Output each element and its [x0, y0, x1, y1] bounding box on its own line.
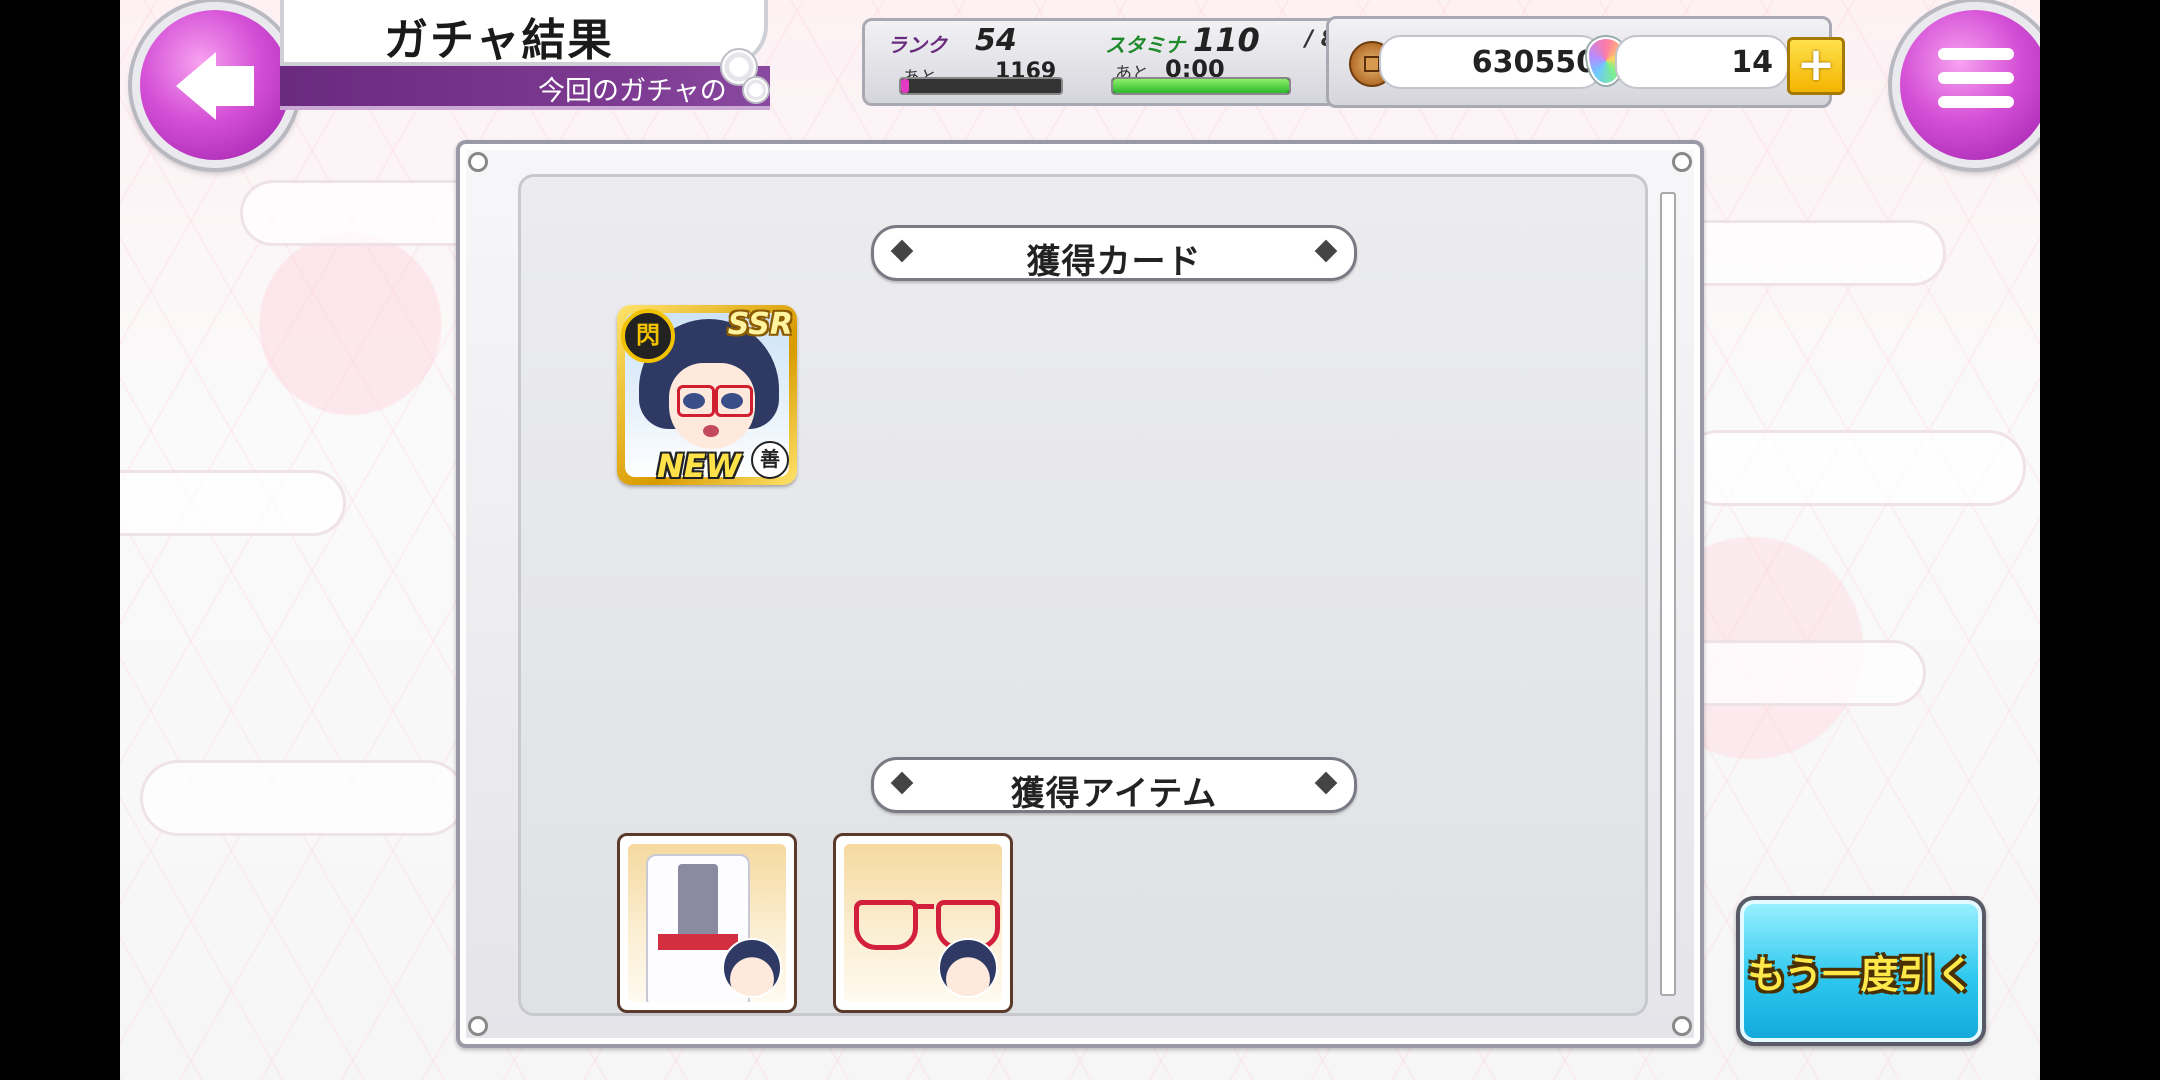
page-title: ガチャ結果: [384, 15, 614, 66]
rivet-icon: [1672, 1016, 1692, 1036]
add-gems-button[interactable]: +: [1787, 37, 1845, 95]
exp-bar-fill: [901, 79, 909, 93]
exp-bar: [899, 77, 1063, 95]
obtained-item[interactable]: [617, 833, 797, 1013]
character-head-icon: [722, 938, 782, 998]
white-kimono-outfit-icon: [628, 844, 786, 1002]
currency-plate: 630550 14 +: [1326, 16, 1845, 108]
obtained-card[interactable]: 閃 SSR NEW 善: [617, 305, 797, 485]
menu-button[interactable]: [1892, 2, 2040, 168]
stamina-current: 110: [1193, 21, 1260, 59]
eye-icon: [683, 393, 705, 409]
subtitle-band: 今回のガチャの: [280, 66, 770, 110]
result-frame: 獲得カード 閃 SSR NEW 善 獲得アイテム: [456, 140, 1704, 1048]
red-glasses-icon: [844, 844, 1002, 1002]
back-arrow-icon-tail: [214, 66, 254, 106]
items-section-title: 獲得アイテム: [1010, 774, 1218, 814]
mouth-icon: [703, 425, 719, 437]
character-head-icon: [938, 938, 998, 998]
menu-icon: [1938, 72, 2014, 84]
coin-value: 630550: [1471, 45, 1597, 80]
draw-again-button[interactable]: もう一度引く: [1736, 896, 1986, 1046]
draw-again-label: もう一度引く: [1747, 953, 1975, 997]
sakura-icon: [742, 76, 770, 104]
eye-icon: [721, 393, 743, 409]
glasses-lens-icon: [854, 900, 918, 950]
rivet-icon: [468, 152, 488, 172]
page-subtitle: 今回のガチャの: [538, 76, 727, 107]
bg-cloud: [120, 470, 346, 536]
glasses-bridge-icon: [914, 904, 934, 909]
character-face: [669, 363, 755, 449]
obtained-item[interactable]: [833, 833, 1013, 1013]
stamina-bar-fill: [1113, 79, 1289, 93]
stamina-label: スタミナ: [1105, 33, 1185, 57]
rank-label: ランク: [887, 33, 947, 57]
card-type-badge: 閃: [621, 309, 675, 363]
items-section-header: 獲得アイテム: [871, 757, 1357, 814]
menu-icon: [1938, 96, 2014, 108]
rivet-icon: [468, 1016, 488, 1036]
card-alignment-badge: 善: [751, 441, 789, 479]
gem-box: 14: [1615, 35, 1789, 89]
kimono-inner-icon: [678, 864, 718, 944]
gacha-result-screen: ガチャ結果 今回のガチャの ランク 54 あと 1169 スタミナ 110 / …: [120, 0, 2040, 1080]
menu-icon: [1938, 48, 2014, 60]
back-arrow-icon: [176, 52, 216, 120]
card-new-label: NEW: [657, 447, 741, 485]
cards-section-title: 獲得カード: [1026, 242, 1202, 282]
rivet-icon: [1672, 152, 1692, 172]
rank-value: 54: [975, 23, 1017, 58]
result-list-panel: 獲得カード 閃 SSR NEW 善 獲得アイテム: [518, 174, 1648, 1016]
stamina-bar: [1111, 77, 1291, 95]
card-rarity: SSR: [727, 307, 793, 342]
cards-section-header: 獲得カード: [871, 225, 1357, 282]
coin-box: 630550: [1379, 35, 1603, 89]
kimono-belt-icon: [658, 934, 738, 950]
title-panel: ガチャ結果: [280, 0, 768, 66]
scrollbar[interactable]: [1660, 192, 1676, 996]
gem-value: 14: [1731, 45, 1773, 80]
bg-cloud: [140, 760, 466, 836]
bg-cloud: [1680, 430, 2026, 506]
back-button[interactable]: [132, 2, 298, 168]
